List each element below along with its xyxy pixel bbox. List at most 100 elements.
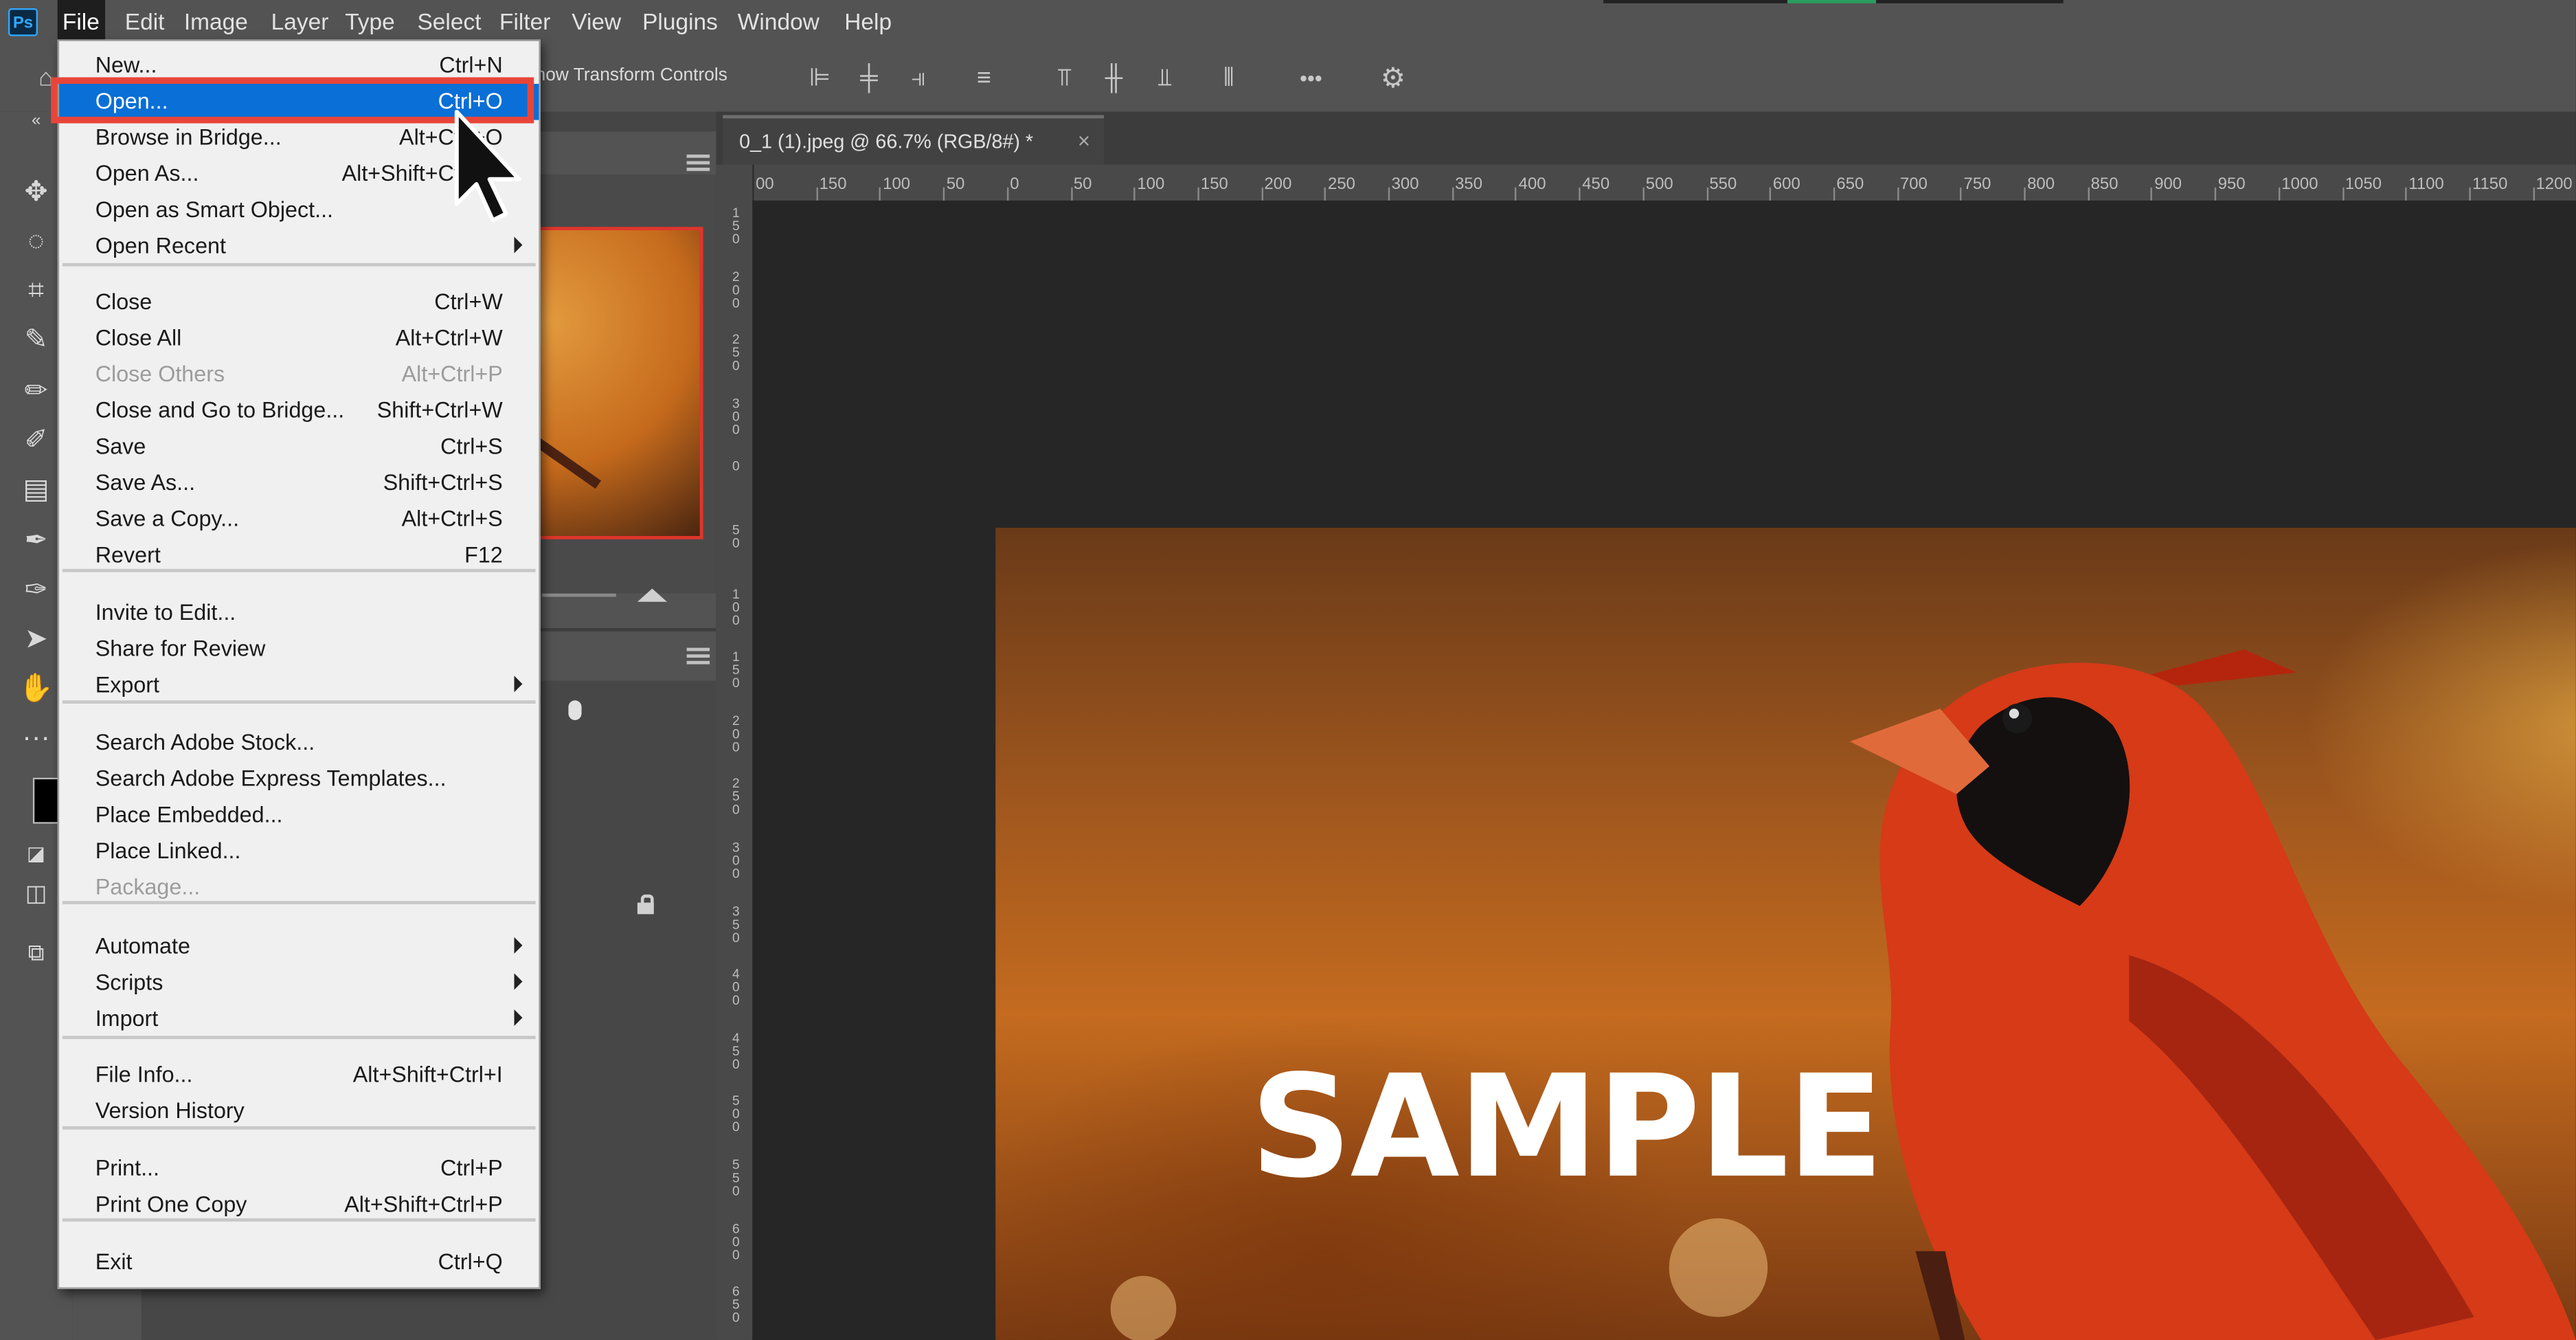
file-menu-item[interactable]: File Info... Alt+Shift+Ctrl+I (59, 1057, 539, 1093)
ruler-tick (1642, 187, 1645, 201)
ruler-tick (1770, 187, 1772, 201)
ruler-label: 500 (1645, 176, 1673, 194)
align-top-icon[interactable]: ⫪ (1048, 63, 1081, 96)
menu-item-shortcut: Alt+Shift+Ctrl+I (352, 1062, 503, 1087)
more-options-icon[interactable]: ••• (1295, 63, 1328, 96)
menu-window[interactable]: Window (733, 0, 824, 46)
clone-stamp-icon[interactable]: ✒ (13, 520, 59, 562)
path-select-icon[interactable]: ➤ (13, 618, 59, 661)
foreground-color-swatch[interactable] (32, 777, 60, 824)
ruler-tick (2151, 187, 2153, 201)
layers-panel-menu-icon[interactable] (686, 647, 710, 665)
cardinal-illustration (1849, 649, 2576, 1340)
ruler-label: 50 (1073, 176, 1092, 194)
file-menu-item[interactable]: Save a Copy... Alt+Ctrl+S (59, 502, 539, 538)
photoshop-logo-icon: Ps (8, 8, 38, 36)
align-middle-icon[interactable]: ╫ (1098, 63, 1131, 96)
healing-brush-icon[interactable]: ✐ (13, 419, 59, 462)
submenu-arrow-icon (514, 675, 523, 693)
show-transform-controls-label[interactable]: how Transform Controls (536, 66, 727, 86)
menu-plugins[interactable]: Plugins (637, 0, 723, 46)
file-menu-item[interactable]: Share for Review (59, 632, 539, 668)
ruler-tick (1070, 187, 1072, 201)
zoom-slider[interactable] (542, 593, 616, 597)
menu-item-label: Place Embedded... (95, 802, 283, 827)
filter-toggle[interactable] (568, 700, 582, 720)
menu-item-label: Version History (95, 1098, 245, 1124)
swap-colors-icon[interactable]: ◪ (13, 832, 59, 875)
file-menu-item[interactable]: Close All Alt+Ctrl+W (59, 321, 539, 357)
menu-item-label: Exit (95, 1249, 133, 1275)
file-menu-item[interactable]: Close Ctrl+W (59, 284, 539, 321)
menu-item-shortcut: Shift+Ctrl+S (383, 470, 503, 495)
menu-item-label: File Info... (95, 1062, 193, 1087)
ruler-label: 100 (1137, 176, 1165, 194)
file-menu-item[interactable]: Open Recent (59, 229, 539, 265)
align-bottom-icon[interactable]: ⫫ (1149, 63, 1182, 96)
file-menu-item[interactable]: Close and Go to Bridge... Shift+Ctrl+W (59, 393, 539, 429)
distribute-icon[interactable]: ≡ (968, 63, 1001, 96)
move-icon[interactable]: ✥ (13, 171, 59, 214)
file-menu-item[interactable]: Search Adobe Stock... (59, 725, 539, 761)
mouse-pointer-icon (454, 109, 521, 223)
file-menu-item[interactable]: Print... Ctrl+P (59, 1151, 539, 1187)
quick-mask-icon[interactable]: ◫ (13, 871, 59, 914)
lasso-icon[interactable]: ◌ (13, 221, 59, 263)
file-menu-item[interactable]: Invite to Edit... (59, 595, 539, 632)
photoshop-window: Ps File Edit Image Layer Type Select Fil… (0, 0, 2576, 1340)
file-menu-item[interactable]: Automate (59, 929, 539, 965)
vertical-ruler: 150 200 250 300 0 50 100 150 200 250 300 350 400 450 5… (716, 164, 754, 1340)
more-tools-icon[interactable]: ··· (13, 717, 59, 759)
file-menu-item[interactable]: Save Ctrl+S (59, 429, 539, 465)
menu-separator (62, 1036, 536, 1040)
file-menu-item[interactable]: Search Adobe Express Templates... (59, 761, 539, 798)
horizontal-ruler: 00 150 100 50 0 50 100 150 200 250 300 350 400 450 500… (752, 164, 2576, 203)
panel-menu-icon[interactable] (686, 154, 710, 171)
ruler-label: 150 (819, 176, 847, 194)
align-left-icon[interactable]: ⊫ (803, 63, 836, 96)
menu-help[interactable]: Help (839, 0, 896, 46)
document-image[interactable]: SAMPLE (995, 528, 2576, 1340)
file-menu-item[interactable]: Place Linked... (59, 834, 539, 870)
crop-icon[interactable]: ⌗ (13, 269, 59, 312)
file-menu-item[interactable]: Import (59, 1001, 539, 1038)
ruler-label: 700 (1899, 176, 1928, 194)
menu-item-label: Browse in Bridge... (95, 124, 282, 150)
document-tab[interactable]: 0_1 (1).jpeg @ 66.7% (RGB/8#) * × (723, 115, 1105, 165)
file-menu-item[interactable]: Version History (59, 1093, 539, 1130)
file-menu-item[interactable]: Place Embedded... (59, 797, 539, 834)
gradient-icon[interactable]: ▤ (13, 469, 59, 511)
ruler-tick (1833, 187, 1835, 201)
menu-item-shortcut: Ctrl+Q (438, 1249, 503, 1275)
hand-icon[interactable]: ✋ (13, 667, 59, 710)
menu-view[interactable]: View (567, 0, 626, 46)
eyedropper-icon[interactable]: ✎ (13, 319, 59, 361)
ruler-tick (2278, 187, 2280, 201)
file-menu-item[interactable]: Scripts (59, 965, 539, 1001)
file-menu-item[interactable]: Exit Ctrl+Q (59, 1244, 539, 1281)
ruler-label: 200 (732, 713, 740, 755)
pen-icon[interactable]: ✑ (13, 569, 59, 612)
ruler-tick (1579, 187, 1581, 201)
align-right-icon[interactable]: ⫣ (902, 63, 935, 96)
ruler-tick (1451, 187, 1454, 201)
file-menu-item[interactable]: Save As... Shift+Ctrl+S (59, 465, 539, 502)
align-center-icon[interactable]: ╪ (852, 63, 885, 96)
ruler-label: 50 (946, 176, 965, 194)
gear-icon[interactable]: ⚙ (1377, 63, 1410, 96)
ruler-tick (1897, 187, 1899, 201)
screen-mode-icon[interactable]: ⧉ (13, 930, 59, 973)
close-icon[interactable]: × (1078, 129, 1090, 153)
lock-icon (636, 894, 656, 915)
document-tab-title: 0_1 (1).jpeg @ 66.7% (RGB/8#) * (739, 130, 1034, 153)
ruler-tick (1388, 187, 1390, 201)
zoom-in-icon[interactable] (637, 588, 667, 602)
ruler-label: 450 (1582, 176, 1610, 194)
ruler-label: 450 (732, 1030, 740, 1072)
distribute-vertical-icon[interactable]: ⦀ (1212, 63, 1245, 96)
file-menu-item[interactable]: Export (59, 667, 539, 704)
menu-item-label: Automate (95, 933, 190, 959)
brush-icon[interactable]: ✏ (13, 370, 59, 412)
menu-item-label: Export (95, 672, 160, 697)
menu-item-label: Search Adobe Stock... (95, 730, 315, 755)
